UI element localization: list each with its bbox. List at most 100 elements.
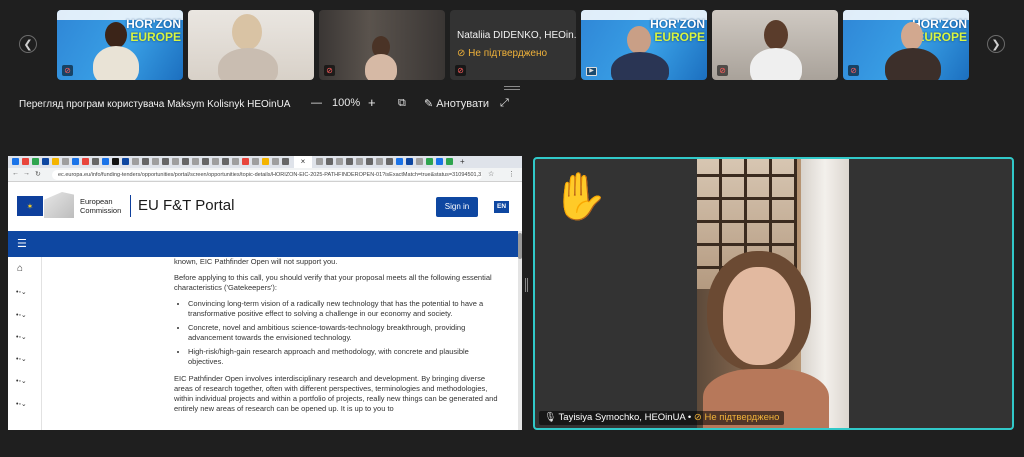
ec-logo-building <box>44 192 74 218</box>
portal-side-nav: ⌂ •◦⌄ •◦⌄ •◦⌄ •◦⌄ •◦⌄ •◦⌄ <box>8 257 42 430</box>
tab-favicon[interactable] <box>212 158 219 165</box>
side-nav-item[interactable]: •◦⌄ <box>16 400 27 408</box>
tab-favicon[interactable] <box>12 158 19 165</box>
active-speaker-tile[interactable]: ✋ 🎙 Tayisiya Symochko, HEOinUA • ⊘ Не пі… <box>533 157 1014 430</box>
participant-video <box>627 26 651 54</box>
zoom-out-button[interactable]: — <box>311 97 322 109</box>
speaker-label: 🎙 Tayisiya Symochko, HEOinUA • ⊘ Не підт… <box>539 411 785 425</box>
tab-favicon[interactable] <box>426 158 433 165</box>
tab-favicon[interactable] <box>326 158 333 165</box>
participant-tile[interactable]: HOR'ZON EUROPE ⊘ <box>57 10 183 80</box>
tab-favicon[interactable] <box>436 158 443 165</box>
gatekeepers-list: Convincing long-term vision of a radical… <box>188 299 504 367</box>
home-icon[interactable]: ⌂ <box>17 263 23 274</box>
bookmark-star-icon[interactable]: ☆ <box>488 170 494 178</box>
tab-favicon[interactable] <box>396 158 403 165</box>
paragraph: known, EIC Pathfinder Open will not supp… <box>174 257 338 266</box>
side-nav-item[interactable]: •◦⌄ <box>16 311 27 319</box>
pop-out-icon[interactable]: ⧉ <box>398 97 406 110</box>
tab-favicon[interactable] <box>172 158 179 165</box>
tab-favicon[interactable] <box>316 158 323 165</box>
browser-tabs: × + <box>8 156 522 168</box>
previous-participants-button[interactable]: ❮ <box>19 35 37 53</box>
forward-icon[interactable]: → <box>23 170 30 177</box>
tab-favicon[interactable] <box>416 158 423 165</box>
language-selector[interactable]: EN <box>494 201 509 213</box>
tab-favicon[interactable] <box>72 158 79 165</box>
tab-favicon[interactable] <box>122 158 129 165</box>
participant-tile[interactable]: ⊘ <box>319 10 445 80</box>
tab-favicon[interactable] <box>406 158 413 165</box>
participant-name: Nataliia DIDENKO, HEOin... <box>457 30 576 41</box>
list-item: Convincing long-term vision of a radical… <box>188 299 504 319</box>
fullscreen-icon[interactable]: ⤢ <box>500 97 509 110</box>
back-icon[interactable]: ← <box>12 170 19 177</box>
tab-favicon[interactable] <box>32 158 39 165</box>
tab-favicon[interactable] <box>262 158 269 165</box>
pane-splitter-handle[interactable] <box>525 278 528 292</box>
tab-favicon[interactable] <box>346 158 353 165</box>
tab-favicon[interactable] <box>242 158 249 165</box>
shared-screen[interactable]: × + ← → ↻ ec.europa.eu/info/funding-tend… <box>8 156 522 430</box>
strip-resize-handle[interactable] <box>504 86 520 90</box>
speaker-video <box>697 159 849 428</box>
tab-favicon[interactable] <box>376 158 383 165</box>
scrollbar-thumb[interactable] <box>518 233 522 259</box>
participant-tile[interactable]: ⊘ <box>712 10 838 80</box>
tab-favicon[interactable] <box>102 158 109 165</box>
tab-favicon[interactable] <box>386 158 393 165</box>
participant-tile[interactable]: HOR'ZON EUROPE ⊘ <box>843 10 969 80</box>
page-scrollbar[interactable] <box>518 231 522 430</box>
side-nav-item[interactable]: •◦⌄ <box>16 377 27 385</box>
share-toolbar: Перегляд програм користувача Maksym Koli… <box>0 94 1024 116</box>
tab-favicon[interactable] <box>232 158 239 165</box>
tab-favicon[interactable] <box>52 158 59 165</box>
muted-mic-icon: ⊘ <box>455 65 466 76</box>
tab-favicon[interactable] <box>132 158 139 165</box>
sign-in-button[interactable]: Sign in <box>436 197 478 217</box>
logo-divider <box>130 195 131 217</box>
tab-favicon[interactable] <box>272 158 279 165</box>
meeting-window: ❮ HOR'ZON EUROPE ⊘ ⊘ Nataliia DIDENKO, HE… <box>0 0 1024 457</box>
tab-favicon[interactable] <box>222 158 229 165</box>
hamburger-menu-icon[interactable]: ☰ <box>17 239 27 250</box>
tab-favicon[interactable] <box>22 158 29 165</box>
url-field[interactable]: ec.europa.eu/info/funding-tenders/opport… <box>52 170 482 180</box>
portal-header: ✶ European Commission EU F&T Portal Sign … <box>8 182 522 231</box>
tab-favicon[interactable] <box>202 158 209 165</box>
side-nav-item[interactable]: •◦⌄ <box>16 333 27 341</box>
share-title: Перегляд програм користувача Maksym Koli… <box>19 99 291 110</box>
browser-menu-icon[interactable]: ⋮ <box>508 170 515 178</box>
tab-favicon[interactable] <box>192 158 199 165</box>
participant-tile[interactable]: Nataliia DIDENKO, HEOin... ⊘ Не підтверд… <box>450 10 576 80</box>
annotate-button[interactable]: ✎ Анотувати <box>424 97 489 110</box>
muted-mic-icon: ⊘ <box>62 65 73 76</box>
tab-favicon[interactable] <box>366 158 373 165</box>
tab-favicon[interactable] <box>152 158 159 165</box>
tab-favicon[interactable] <box>42 158 49 165</box>
address-bar: ← → ↻ ec.europa.eu/info/funding-tenders/… <box>8 168 522 182</box>
new-tab-button[interactable]: + <box>460 156 465 168</box>
tab-favicon[interactable] <box>282 158 289 165</box>
tab-favicon[interactable] <box>142 158 149 165</box>
tab-favicon[interactable] <box>252 158 259 165</box>
tab-favicon[interactable] <box>82 158 89 165</box>
zoom-in-button[interactable]: + <box>368 95 376 110</box>
side-nav-item[interactable]: •◦⌄ <box>16 355 27 363</box>
tab-favicon[interactable] <box>356 158 363 165</box>
active-tab-close-icon[interactable]: × <box>294 156 312 168</box>
participant-tile[interactable] <box>188 10 314 80</box>
tab-favicon[interactable] <box>62 158 69 165</box>
tab-favicon[interactable] <box>336 158 343 165</box>
tab-favicon[interactable] <box>446 158 453 165</box>
participant-tile[interactable]: HOR'ZON EUROPE ▶ <box>581 10 707 80</box>
next-participants-button[interactable]: ❯ <box>987 35 1005 53</box>
horizon-europe-logo: HOR'ZON EUROPE <box>126 17 181 44</box>
tab-favicon[interactable] <box>92 158 99 165</box>
tab-favicon[interactable] <box>162 158 169 165</box>
side-nav-item[interactable]: •◦⌄ <box>16 288 27 296</box>
tab-favicon[interactable] <box>182 158 189 165</box>
reload-icon[interactable]: ↻ <box>35 170 41 178</box>
tab-favicon[interactable] <box>112 158 119 165</box>
participant-video <box>105 22 127 48</box>
